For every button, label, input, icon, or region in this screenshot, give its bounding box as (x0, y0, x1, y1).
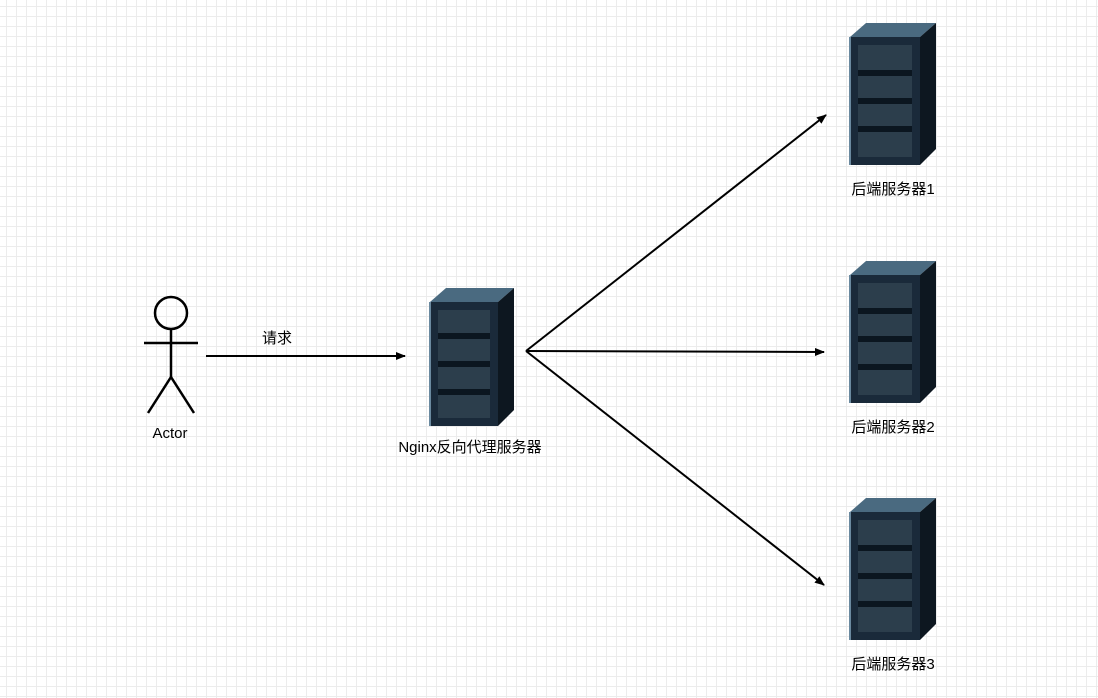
nginx-label: Nginx反向代理服务器 (370, 436, 570, 457)
nginx-server-icon (408, 280, 528, 430)
backend1-server-icon (828, 15, 948, 170)
arrow-backend1 (526, 115, 826, 351)
actor-icon (136, 295, 206, 420)
backend2-label: 后端服务器2 (838, 416, 948, 437)
backend3-label: 后端服务器3 (838, 653, 948, 674)
arrow-backend2 (526, 351, 824, 352)
arrow-backend3 (526, 351, 824, 585)
diagram-canvas: Actor 请求 Nginx反向代理服务器 后端服务器1 (0, 0, 1098, 698)
backend2-server-icon (828, 253, 948, 408)
backend3-server-icon (828, 490, 948, 645)
request-label: 请求 (262, 327, 292, 348)
actor-label: Actor (130, 425, 210, 442)
backend1-label: 后端服务器1 (838, 178, 948, 199)
